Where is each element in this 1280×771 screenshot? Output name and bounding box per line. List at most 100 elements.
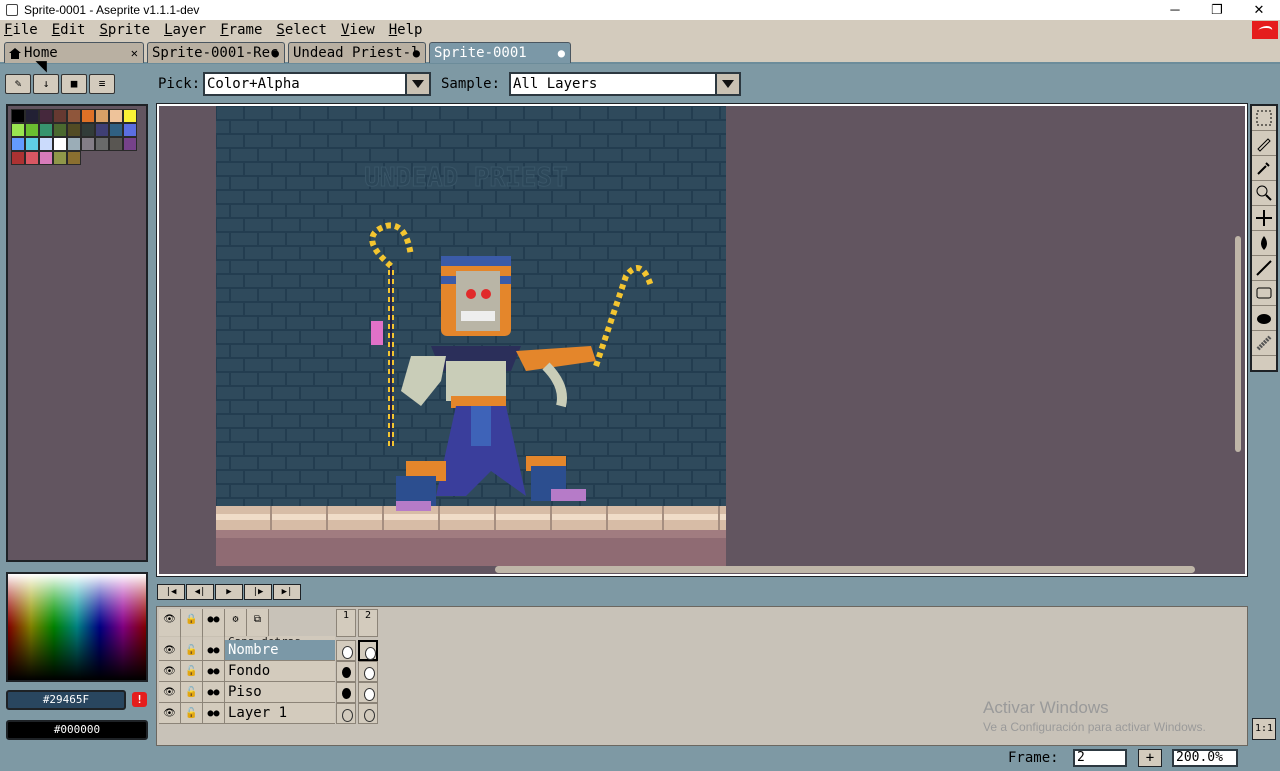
restore-button[interactable]: ❐ [1196,0,1238,20]
menu-frame[interactable]: Frame [220,22,262,38]
link-icon[interactable]: ●● [203,682,225,703]
palette-swatch[interactable] [25,151,39,165]
zoom-tool-icon[interactable] [1252,181,1276,206]
fill-tool-icon[interactable] [1252,231,1276,256]
palette-swatch[interactable] [25,137,39,151]
sample-select[interactable]: All Layers [509,72,741,96]
palette-swatch[interactable] [11,123,25,137]
palette-swatch[interactable] [95,109,109,123]
palette-swatch[interactable] [53,137,67,151]
palette-swatch[interactable] [53,123,67,137]
down-button[interactable]: ↓ [33,74,59,94]
palette-swatch[interactable] [67,151,81,165]
cel-nombre-2[interactable] [358,640,378,661]
menu-file[interactable]: File [4,22,38,38]
padlock-icon[interactable]: 🔓 [181,640,203,661]
palette-swatch[interactable] [81,137,95,151]
tab-undead-priest[interactable]: Undead Priest-l ● [288,42,426,63]
menu-help[interactable]: Help [389,22,423,38]
frame-input[interactable]: 2 [1073,749,1127,767]
palette-swatch[interactable] [39,123,53,137]
menu-sprite[interactable]: Sprite [99,22,150,38]
eye-icon[interactable]: 👁 [159,703,181,724]
palette-swatch[interactable] [81,109,95,123]
news-flag-icon[interactable] [1252,21,1278,39]
eye-icon[interactable]: 👁 [159,640,181,661]
minimize-button[interactable]: ─ [1154,0,1196,20]
link-icon[interactable]: ●● [203,661,225,682]
tab-modified-icon[interactable]: ● [558,46,565,60]
menu-select[interactable]: Select [276,22,327,38]
palette-swatch[interactable] [39,109,53,123]
tab-sprite-rec[interactable]: Sprite-0001-Rec ● [147,42,285,63]
tab-home[interactable]: Home ✕ [4,42,144,63]
palette-swatch[interactable] [11,151,25,165]
palette-swatch[interactable] [109,137,123,151]
contour-tool-icon[interactable] [1252,306,1276,331]
palette-swatch[interactable] [39,151,53,165]
palette-swatch[interactable] [123,123,137,137]
layer-name[interactable]: Fondo [225,661,335,682]
padlock-icon[interactable]: 🔓 [181,703,203,724]
close-button[interactable]: ✕ [1238,0,1280,20]
marquee-tool-icon[interactable] [1252,106,1276,131]
palette-swatch[interactable] [109,123,123,137]
tab-close-icon[interactable]: ✕ [131,46,138,60]
blur-tool-icon[interactable] [1252,331,1276,356]
foreground-color-field[interactable]: #29465F [6,690,126,710]
cel-fondo-2[interactable] [358,661,378,682]
layer-name[interactable]: Nombre [225,640,335,661]
line-tool-icon[interactable] [1252,256,1276,281]
move-tool-icon[interactable] [1252,206,1276,231]
chevron-down-icon[interactable] [715,74,739,94]
palette-swatch[interactable] [123,137,137,151]
cel-piso-2[interactable] [358,682,378,703]
palette-swatch[interactable] [95,123,109,137]
palette-swatch[interactable] [123,109,137,123]
tab-sprite-0001[interactable]: Sprite-0001 ● [429,42,571,63]
warning-icon[interactable]: ! [132,692,147,707]
layer-name[interactable]: Piso [225,682,335,703]
pick-select[interactable]: Color+Alpha [203,72,431,96]
first-frame-button[interactable]: |◀ [157,584,185,600]
palette-swatch[interactable] [25,109,39,123]
palette-swatch[interactable] [109,109,123,123]
palette-swatch[interactable] [67,137,81,151]
last-frame-button[interactable]: ▶| [273,584,301,600]
link-icon[interactable]: ●● [203,703,225,724]
layer-name[interactable]: Layer 1 [225,703,335,724]
chevron-down-icon[interactable] [405,74,429,94]
palette-swatch[interactable] [39,137,53,151]
vertical-scrollbar[interactable] [1235,236,1241,452]
tab-modified-icon[interactable]: ● [413,46,420,60]
palette-swatch[interactable] [11,109,25,123]
menu-button[interactable]: ≡ [89,74,115,94]
palette-swatch[interactable] [67,109,81,123]
palette-swatch[interactable] [67,123,81,137]
palette-swatch[interactable] [53,151,67,165]
sprite-canvas[interactable]: UNDEAD PRIEST [216,106,726,566]
menu-view[interactable]: View [341,22,375,38]
palette-swatch[interactable] [81,123,95,137]
one-to-one-button[interactable]: 1:1 [1252,718,1276,740]
color-spectrum[interactable] [6,572,148,682]
palette-swatch[interactable] [53,109,67,123]
horizontal-scrollbar[interactable] [495,566,1195,573]
padlock-icon[interactable]: 🔓 [181,661,203,682]
palette-swatch[interactable] [25,123,39,137]
cel-layer1-2[interactable] [358,703,378,724]
padlock-icon[interactable]: 🔓 [181,682,203,703]
palette-swatch[interactable] [11,137,25,151]
menu-edit[interactable]: Edit [52,22,86,38]
play-button[interactable]: ▶ [215,584,243,600]
link-icon[interactable]: ●● [203,640,225,661]
tab-modified-icon[interactable]: ● [272,46,279,60]
eye-icon[interactable]: 👁 [159,682,181,703]
menu-layer[interactable]: Layer [164,22,206,38]
fill-button[interactable]: ■ [61,74,87,94]
rectangle-tool-icon[interactable] [1252,281,1276,306]
background-color-field[interactable]: #000000 [6,720,148,740]
cel-fondo-1[interactable] [336,661,356,682]
pencil-tool-icon[interactable] [1252,131,1276,156]
cel-piso-1[interactable] [336,682,356,703]
